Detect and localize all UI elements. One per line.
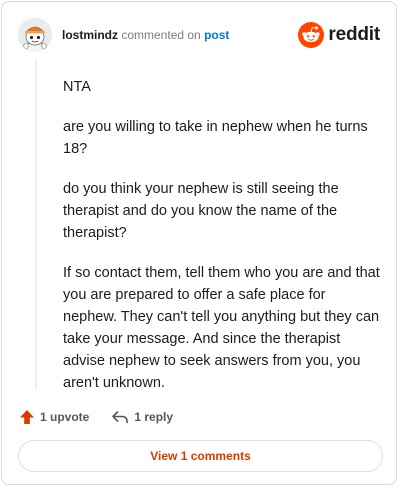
reddit-logo[interactable]: reddit [298,20,380,50]
upvote-button[interactable]: 1 upvote [19,409,89,425]
comment-header: lostmindz commented on post reddit [18,18,380,54]
post-link[interactable]: post [204,28,229,42]
reply-count: 1 reply [134,410,174,424]
comment-actions: 1 upvote 1 reply [19,406,195,428]
comment-body: NTA are you willing to take in nephew wh… [63,76,383,412]
reddit-snoo-icon [298,22,325,48]
snoo-avatar-icon [18,18,52,52]
view-comments-label: View 1 comments [150,449,251,463]
comment-paragraph: do you think your nephew is still seeing… [63,181,339,241]
reply-arrow-icon [112,411,129,424]
upvote-count: 1 upvote [40,410,90,424]
view-comments-button[interactable]: View 1 comments [18,440,383,472]
reddit-wordmark: reddit [328,24,380,45]
comment-meta: lostmindz commented on post [62,28,229,42]
action-text: commented on [121,28,201,42]
comment-paragraph: NTA [63,79,91,95]
upvote-arrow-icon [20,410,34,424]
username-link[interactable]: lostmindz [62,28,118,42]
comment-embed-card: lostmindz commented on post reddit NTA a… [1,1,397,485]
comment-paragraph: are you willing to take in nephew when h… [63,119,368,157]
user-avatar[interactable] [18,18,52,52]
thread-line[interactable] [35,60,37,390]
comment-paragraph: If so contact them, tell them who you ar… [63,265,380,391]
reply-button[interactable]: 1 reply [111,409,173,425]
